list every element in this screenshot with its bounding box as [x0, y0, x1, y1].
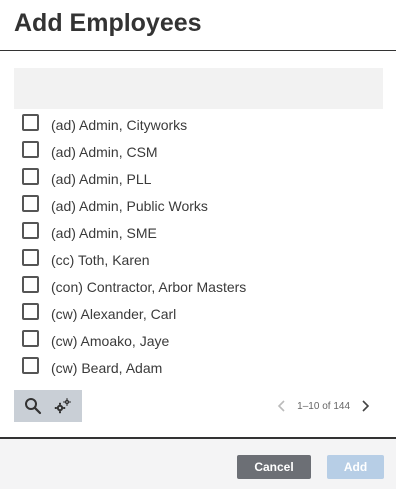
checkbox[interactable] [22, 303, 39, 320]
list-item-label: (con) Contractor, Arbor Masters [51, 278, 247, 295]
pagination: 1–10 of 144 [275, 396, 372, 416]
list-item[interactable]: (ad) Admin, Cityworks [14, 111, 383, 138]
page-info: 1–10 of 144 [297, 400, 350, 412]
gears-icon [54, 398, 71, 414]
list-item[interactable]: (ad) Admin, SME [14, 219, 383, 246]
list-item[interactable]: (cw) Beard, Adam [14, 354, 383, 381]
search-button[interactable] [19, 392, 47, 420]
chevron-left-icon [278, 400, 285, 412]
list-item-label: (ad) Admin, PLL [51, 170, 152, 187]
search-icon [25, 398, 42, 415]
list-item[interactable]: (ad) Admin, Public Works [14, 192, 383, 219]
list-item[interactable]: (cc) Toth, Karen [14, 246, 383, 273]
list-item[interactable]: (con) Contractor, Arbor Masters [14, 273, 383, 300]
list-item-label: (ad) Admin, SME [51, 224, 157, 241]
employee-list: (ad) Admin, Cityworks (ad) Admin, CSM (a… [14, 111, 383, 381]
list-item-label: (cw) Amoako, Jaye [51, 332, 170, 349]
checkbox[interactable] [22, 195, 39, 212]
list-item-label: (ad) Admin, CSM [51, 143, 158, 160]
grid-toolbar [14, 390, 82, 422]
grid-header [14, 68, 383, 109]
checkbox[interactable] [22, 114, 39, 131]
list-item[interactable]: (ad) Admin, PLL [14, 165, 383, 192]
dialog-title: Add Employees [14, 9, 202, 37]
list-item-label: (cc) Toth, Karen [51, 251, 150, 268]
list-item-label: (ad) Admin, Public Works [51, 197, 208, 214]
cancel-button[interactable]: Cancel [237, 455, 311, 479]
settings-button[interactable] [49, 392, 77, 420]
checkbox[interactable] [22, 330, 39, 347]
add-button[interactable]: Add [327, 455, 384, 479]
dialog-footer: Cancel Add [0, 437, 396, 489]
checkbox[interactable] [22, 276, 39, 293]
checkbox[interactable] [22, 357, 39, 374]
list-item-label: (ad) Admin, Cityworks [51, 116, 188, 133]
next-page-button[interactable] [358, 396, 372, 416]
list-item-label: (cw) Beard, Adam [51, 359, 163, 376]
list-item[interactable]: (cw) Alexander, Carl [14, 300, 383, 327]
list-item[interactable]: (ad) Admin, CSM [14, 138, 383, 165]
chevron-right-icon [362, 400, 370, 412]
list-item[interactable]: (cw) Amoako, Jaye [14, 327, 383, 354]
prev-page-button[interactable] [275, 396, 289, 416]
list-item-label: (cw) Alexander, Carl [51, 305, 177, 322]
dialog-header: Add Employees [0, 0, 396, 51]
checkbox[interactable] [22, 249, 39, 266]
checkbox[interactable] [22, 168, 39, 185]
checkbox[interactable] [22, 222, 39, 239]
checkbox[interactable] [22, 141, 39, 158]
